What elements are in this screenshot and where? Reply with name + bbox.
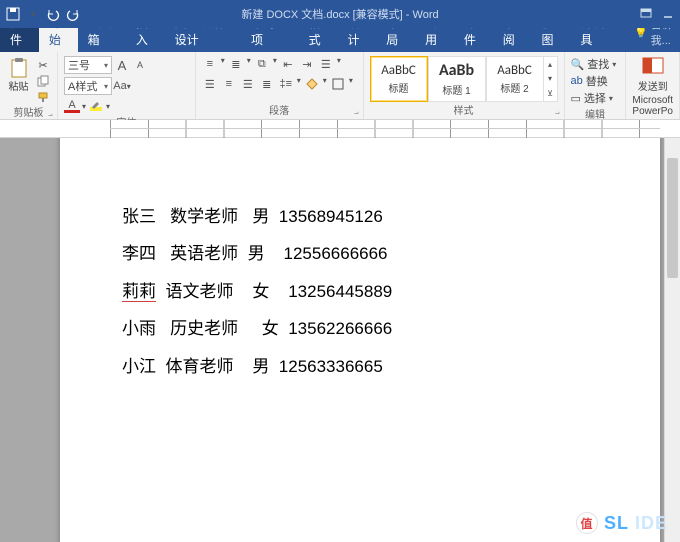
scrollbar-thumb[interactable] <box>667 158 678 278</box>
format-painter-icon[interactable] <box>35 90 51 104</box>
qat-more-icon[interactable]: ▾ <box>26 7 40 21</box>
select-button[interactable]: ▭选择▾ <box>571 90 617 106</box>
shrink-font-icon[interactable]: A <box>132 57 148 73</box>
find-button[interactable]: 🔍查找▾ <box>571 56 617 72</box>
style-title[interactable]: AaBbC标题 <box>370 56 428 102</box>
style-heading1[interactable]: AaBb标题 1 <box>428 56 486 102</box>
vertical-scrollbar[interactable] <box>664 138 680 542</box>
document-area: 张三 数学老师 男 13568945126李四 英语老师 男 125566666… <box>0 138 680 542</box>
style-heading2[interactable]: AaBbC标题 2 <box>486 56 544 102</box>
decrease-indent-icon[interactable]: ⇤ <box>280 56 296 72</box>
text-line[interactable]: 莉莉 语文老师 女 13256445889 <box>122 273 660 310</box>
bullets-icon[interactable]: ≡ <box>202 56 218 72</box>
shading-icon[interactable] <box>304 76 320 92</box>
title-bar: ▾ 新建 DOCX 文档.docx [兼容模式] - Word <box>0 0 680 28</box>
quick-access-toolbar: ▾ <box>0 7 86 21</box>
window-controls <box>640 8 674 20</box>
group-label-styles: 样式 <box>370 102 558 119</box>
align-center-icon[interactable]: ≡ <box>221 76 237 92</box>
ribbon-tabs: 文件 开始 工具箱 插入 图标数据设计 布局选项 格式 设计 布局 引用 邮件 … <box>0 28 680 52</box>
highlight-icon[interactable] <box>88 98 104 114</box>
search-icon: 🔍 <box>571 58 585 71</box>
borders-icon[interactable] <box>330 76 346 92</box>
paste-button[interactable]: 粘贴 <box>6 56 31 94</box>
font-color-icon[interactable]: A <box>64 99 80 113</box>
undo-icon[interactable] <box>46 7 60 21</box>
group-paragraph: ≡▾ ≣▾ ⧉▾ ⇤ ⇥ ☰▾ ☰ ≡ ☰ ≣ ‡≡▾ ▾ ▾ 段落 <box>196 52 364 119</box>
watermark: 值 SLIDE <box>576 512 668 534</box>
copy-icon[interactable] <box>35 74 51 88</box>
asian-layout-icon[interactable]: ☰ <box>318 56 334 72</box>
replace-button[interactable]: ab替换 <box>571 73 617 89</box>
align-right-icon[interactable]: ☰ <box>240 76 256 92</box>
page[interactable]: 张三 数学老师 男 13568945126李四 英语老师 男 125566666… <box>60 138 660 542</box>
window-title: 新建 DOCX 文档.docx [兼容模式] - Word <box>241 6 438 22</box>
cut-icon[interactable]: ✂ <box>35 58 51 72</box>
save-icon[interactable] <box>6 7 20 21</box>
change-case-icon[interactable]: Aa▾ <box>114 78 130 94</box>
clipboard-icon <box>9 57 29 78</box>
text-line[interactable]: 李四 英语老师 男 12556666666 <box>122 235 660 272</box>
powerpoint-icon <box>642 56 664 76</box>
align-left-icon[interactable]: ☰ <box>202 76 218 92</box>
ruler[interactable] <box>0 120 680 138</box>
numbering-icon[interactable]: ≣ <box>228 56 244 72</box>
styles-more[interactable]: ▴▾⊻ <box>544 56 558 102</box>
text-line[interactable]: 张三 数学老师 男 13568945126 <box>122 198 660 235</box>
justify-icon[interactable]: ≣ <box>259 76 275 92</box>
group-newgroup: 发送到 Microsoft PowerPo 新建组 <box>626 52 680 119</box>
ribbon-options-icon[interactable] <box>640 8 652 20</box>
ribbon: 粘贴 ✂ 剪贴板 三号▾ A A A样式▾ Aa▾ <box>0 52 680 120</box>
text-line[interactable]: 小江 体育老师 男 12563336665 <box>122 348 660 385</box>
group-styles: AaBbC标题 AaBb标题 1 AaBbC标题 2 ▴▾⊻ 样式 <box>364 52 565 119</box>
send-to-powerpoint-button[interactable]: 发送到 Microsoft PowerPo <box>632 56 673 117</box>
increase-indent-icon[interactable]: ⇥ <box>299 56 315 72</box>
group-label-clipboard: 剪贴板 <box>6 104 51 121</box>
watermark-icon: 值 <box>576 512 598 534</box>
group-font: 三号▾ A A A样式▾ Aa▾ A ▾ ▾ 字体 <box>58 52 196 119</box>
font-style-combo[interactable]: A样式▾ <box>64 77 112 95</box>
grow-font-icon[interactable]: A <box>114 57 130 73</box>
font-color-more-icon[interactable]: ▾ <box>82 102 86 111</box>
group-editing: 🔍查找▾ ab替换 ▭选择▾ 编辑 <box>565 52 627 119</box>
line-spacing-icon[interactable]: ‡≡ <box>278 76 294 92</box>
redo-icon[interactable] <box>66 7 80 21</box>
group-label-paragraph: 段落 <box>202 102 357 119</box>
document-content[interactable]: 张三 数学老师 男 13568945126李四 英语老师 男 125566666… <box>60 138 660 385</box>
minimize-icon[interactable] <box>662 8 674 20</box>
group-clipboard: 粘贴 ✂ 剪贴板 <box>0 52 58 119</box>
multilevel-icon[interactable]: ⧉ <box>254 56 270 72</box>
replace-icon: ab <box>571 75 583 87</box>
text-line[interactable]: 小雨 历史老师 女 13562266666 <box>122 310 660 347</box>
highlight-more-icon[interactable]: ▾ <box>106 102 110 111</box>
font-size-combo[interactable]: 三号▾ <box>64 56 112 74</box>
select-icon: ▭ <box>571 92 581 105</box>
